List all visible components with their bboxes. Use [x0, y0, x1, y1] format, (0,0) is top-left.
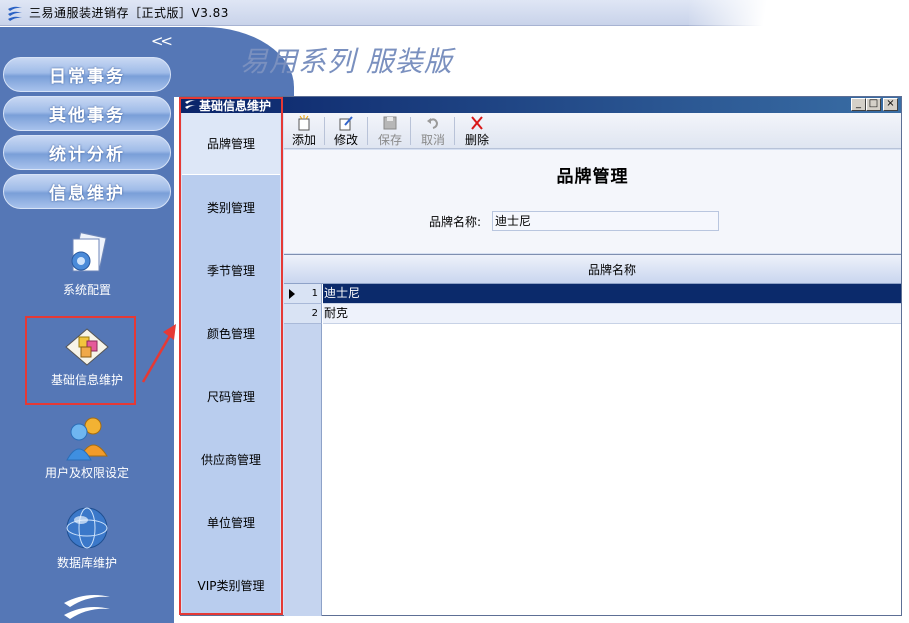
- brand-name-input[interactable]: 迪士尼: [492, 211, 719, 231]
- sidebar-item-system-config[interactable]: 系统配置: [0, 231, 174, 298]
- sidebar-item-users[interactable]: 用户及权限设定: [0, 414, 174, 481]
- brand-name-cell[interactable]: 迪士尼: [323, 284, 901, 304]
- brand-name-cell[interactable]: 耐克: [323, 304, 901, 324]
- maximize-button[interactable]: □: [866, 98, 881, 111]
- undo-icon: [427, 118, 439, 129]
- add-icon: [298, 115, 310, 131]
- brand-grid: 品牌名称 1 迪士尼 2 耐克: [284, 254, 901, 616]
- highlight-frame-tabs: [179, 97, 283, 615]
- sidebar-item-label: 系统配置: [62, 283, 111, 297]
- column-header-brand-name[interactable]: 品牌名称: [323, 255, 901, 284]
- toolbar: 添加 修改 保存 取消 删除: [284, 113, 901, 149]
- users-icon: [66, 417, 108, 461]
- nav-daily-affairs-button[interactable]: 日常事务: [3, 57, 171, 92]
- save-icon: [383, 116, 397, 130]
- edit-button[interactable]: 修改: [326, 115, 366, 147]
- toolbar-separator: [410, 117, 411, 145]
- form-title: 品牌管理: [556, 167, 629, 187]
- nav-statistics-button[interactable]: 统计分析: [3, 135, 171, 170]
- table-row[interactable]: 1 迪士尼: [284, 284, 901, 304]
- app-title: 三易通服装进销存［正式版］V3.83: [29, 6, 229, 20]
- sidebar-item-label: 数据库维护: [56, 556, 117, 570]
- delete-button[interactable]: 删除: [457, 115, 497, 147]
- current-row-pointer-icon: [289, 289, 295, 299]
- row-number: 2: [284, 304, 322, 324]
- nav-info-maintenance-button[interactable]: 信息维护: [3, 174, 171, 209]
- save-button[interactable]: 保存: [370, 115, 410, 147]
- bottom-logo-icon: [64, 595, 110, 619]
- cancel-button[interactable]: 取消: [413, 115, 453, 147]
- collapse-sidebar-icon[interactable]: <<: [151, 32, 173, 50]
- highlight-frame-basic-info: [25, 316, 136, 405]
- toolbar-separator: [454, 117, 455, 145]
- close-button[interactable]: ×: [883, 98, 898, 111]
- brand-slogan: 易用系列 服装版: [240, 45, 453, 78]
- toolbar-separator: [324, 117, 325, 145]
- app-logo-icon: [8, 6, 22, 21]
- database-globe-icon: [66, 507, 108, 549]
- system-config-icon: [71, 232, 107, 272]
- nav-other-affairs-button[interactable]: 其他事务: [3, 96, 171, 131]
- brand-name-label: 品牌名称:: [429, 215, 482, 229]
- title-decoration: [689, 0, 909, 26]
- table-row[interactable]: 2 耐克: [284, 304, 901, 324]
- minimize-button[interactable]: _: [851, 98, 866, 111]
- add-button[interactable]: 添加: [284, 115, 324, 147]
- sidebar-item-label: 用户及权限设定: [44, 466, 129, 480]
- delete-icon: [471, 116, 483, 130]
- window-title-bar[interactable]: 基础信息维护: [181, 97, 901, 113]
- sidebar-item-database[interactable]: 数据库维护: [0, 504, 174, 571]
- brand-form: 品牌管理 品牌名称: 迪士尼: [284, 150, 901, 253]
- edit-icon: [339, 116, 353, 131]
- row-number: 1: [284, 284, 322, 304]
- app-title-bar: 三易通服装进销存［正式版］V3.83: [0, 0, 909, 26]
- toolbar-separator: [367, 117, 368, 145]
